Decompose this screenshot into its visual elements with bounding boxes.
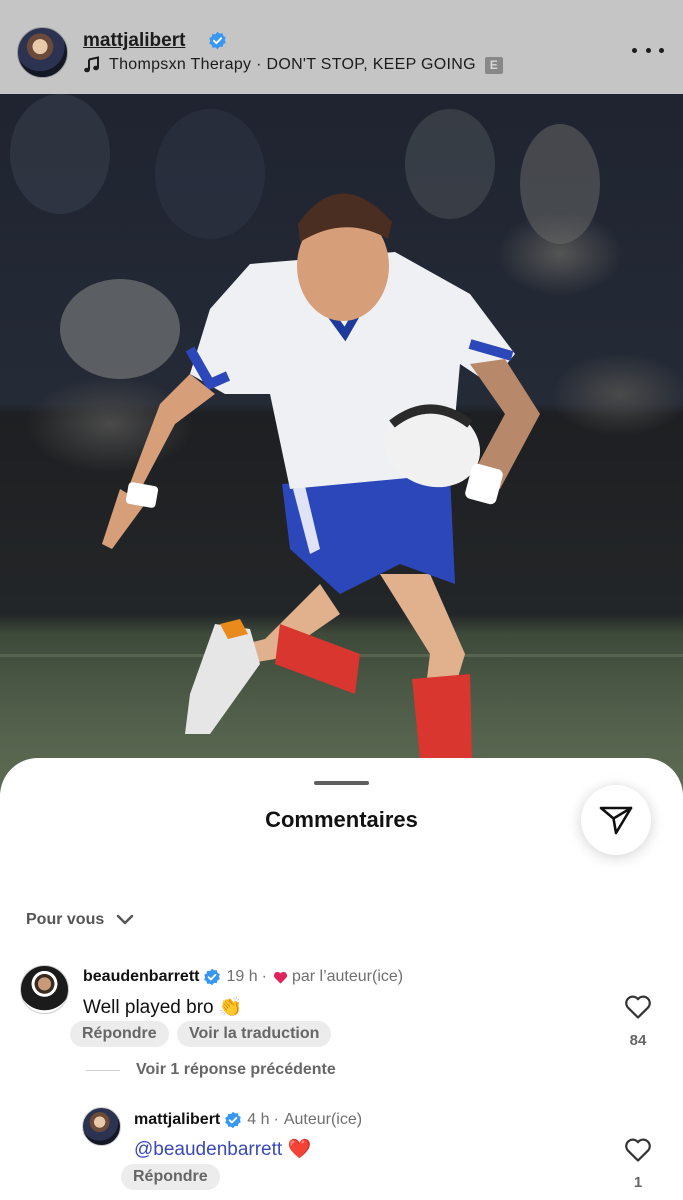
music-track-label: Thompsxn Therapy · DON'T STOP, KEEP GOIN…	[109, 56, 476, 73]
paper-plane-icon	[599, 806, 633, 835]
sort-filter-dropdown[interactable]: Pour vous	[26, 909, 136, 931]
heart-outline-icon[interactable]	[624, 994, 652, 1020]
verified-badge-icon	[209, 31, 226, 50]
view-replies-button[interactable]: Voir 1 réponse précédente	[136, 1061, 336, 1079]
reply-button[interactable]: Répondre	[70, 1021, 169, 1047]
reply-avatar[interactable]	[82, 1107, 121, 1146]
like-count: 1	[633, 1174, 643, 1191]
music-track[interactable]: Thompsxn Therapy · DON'T STOP, KEEP GOIN…	[83, 56, 503, 74]
mention-link[interactable]: @beaudenbarrett	[134, 1139, 282, 1160]
post-photo[interactable]	[0, 94, 683, 794]
verified-badge-icon	[204, 968, 221, 986]
heart-filled-icon	[273, 971, 287, 984]
sort-filter-label: Pour vous	[26, 911, 105, 928]
rugby-player-image	[0, 94, 683, 759]
music-note-icon	[84, 56, 99, 73]
post-header: mattjalibert Thompsxn Therapy · DON'T ST…	[0, 0, 683, 94]
reply-text: @beaudenbarrett ❤️	[134, 1137, 311, 1161]
drag-handle[interactable]	[314, 781, 369, 785]
heart-outline-icon[interactable]	[624, 1137, 652, 1163]
author-role-label: Auteur(ice)	[283, 1111, 363, 1128]
verified-badge-icon	[225, 1111, 242, 1129]
replies-divider	[86, 1070, 120, 1071]
reply-emoji: ❤️	[287, 1139, 312, 1160]
reply-username[interactable]: mattjalibert	[134, 1111, 220, 1129]
comment-text: Well played bro 👏	[83, 997, 243, 1018]
chevron-down-icon	[117, 914, 134, 925]
reply-time: 4 h	[247, 1111, 270, 1128]
comment-time: 19 h	[226, 968, 258, 985]
like-count: 84	[629, 1032, 647, 1049]
author-username[interactable]: mattjalibert	[83, 30, 185, 52]
liked-by-author-label: par l’auteur(ice)	[291, 968, 404, 985]
reply-button[interactable]: Répondre	[121, 1164, 220, 1190]
translate-button[interactable]: Voir la traduction	[177, 1021, 332, 1047]
comment-header: beaudenbarrett 19 h · par l’auteur(ice)	[83, 968, 404, 986]
commenter-avatar[interactable]	[20, 965, 69, 1014]
explicit-badge: E	[484, 56, 503, 74]
commenter-username[interactable]: beaudenbarrett	[83, 968, 199, 986]
more-options-button[interactable]	[632, 40, 664, 60]
share-button[interactable]	[581, 785, 651, 855]
comments-sheet: Commentaires Pour vous beaudenbarrett 19…	[0, 758, 683, 1200]
reply-header: mattjalibert 4 h · Auteur(ice)	[134, 1111, 363, 1129]
author-avatar[interactable]	[17, 27, 68, 78]
more-horizontal-icon	[632, 47, 637, 53]
